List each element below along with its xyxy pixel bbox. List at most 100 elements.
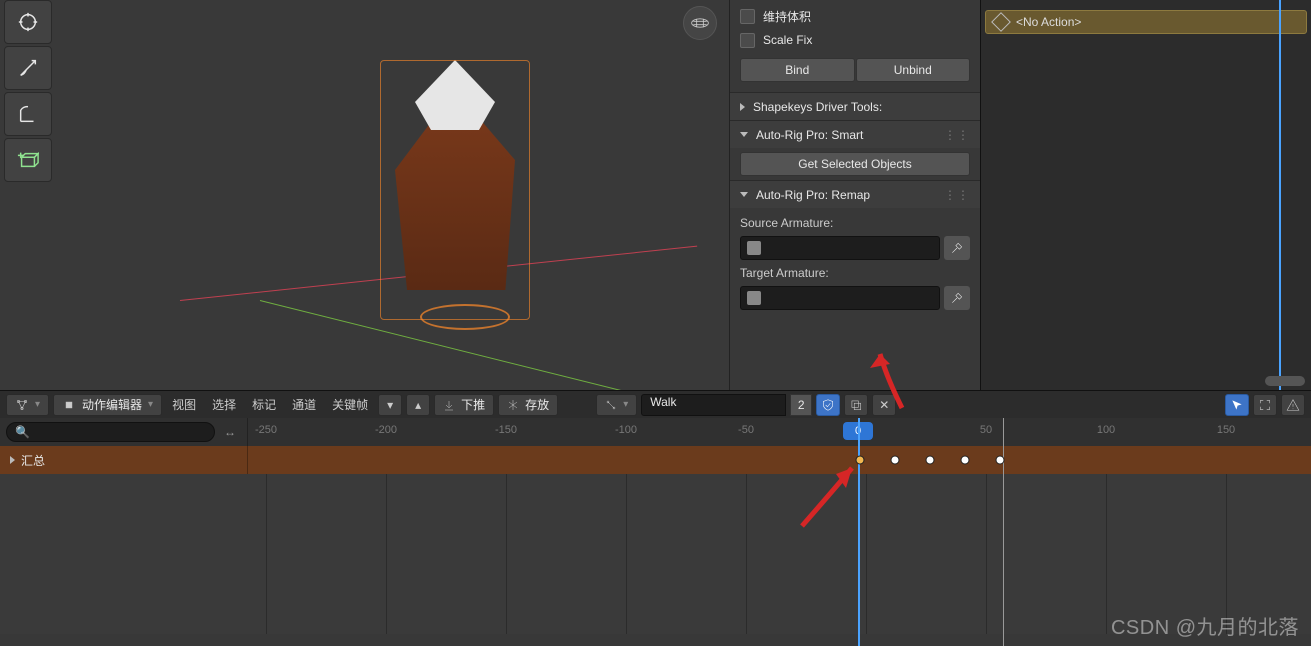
object-icon [747,291,761,305]
arp-remap-header[interactable]: Auto-Rig Pro: Remap ⋮⋮ [730,180,980,208]
resize-handle-icon[interactable]: ↔ [219,421,241,443]
chevron-down-icon: ▾ [148,399,153,410]
action-icon [62,398,76,412]
unlink-action-button[interactable]: ✕ [872,394,896,416]
smart-label: Auto-Rig Pro: Smart [756,128,863,142]
push-down-button[interactable]: 下推 [434,394,494,416]
source-armature-field[interactable] [740,236,940,260]
side-panel: 维持体积 Scale Fix Bind Unbind Shapekeys Dri… [729,0,980,390]
unbind-button[interactable]: Unbind [856,58,971,82]
action-browse[interactable]: ▾ [596,394,637,416]
summary-row[interactable]: 汇总 [0,446,1311,474]
grid-line [626,474,627,634]
keyframe-diamond[interactable] [926,456,935,465]
target-armature-label: Target Armature: [740,266,970,280]
cursor-tool-toggle[interactable] [1225,394,1249,416]
shapekeys-label: Shapekeys Driver Tools: [753,100,882,114]
timeline-ruler[interactable]: 🔍 ↔ -250-200-150-100-500501001500 [0,418,1311,446]
character-mesh[interactable] [380,60,530,320]
maintain-volume-label: 维持体积 [763,8,811,25]
keyframe-icon [605,399,617,411]
search-icon: 🔍 [15,425,30,439]
selection-outline [380,60,530,320]
source-eyedropper[interactable] [944,236,970,260]
menu-view[interactable]: 视图 [166,396,202,413]
layer-up-button[interactable]: ▴ [406,394,430,416]
fake-user-toggle[interactable] [816,394,840,416]
disclosure-icon[interactable] [10,456,15,464]
menu-key[interactable]: 关键帧 [326,396,374,413]
tool-column [4,0,56,182]
scale-fix-label: Scale Fix [763,33,812,47]
dopesheet-icon [15,398,29,412]
target-armature-field[interactable] [740,286,940,310]
end-frame-line[interactable] [1003,418,1004,646]
source-armature-label: Source Armature: [740,216,970,230]
dopesheet-area[interactable] [0,474,1311,634]
grid-gizmo-icon[interactable] [683,6,717,40]
frame-icon [1258,398,1272,412]
get-selected-objects-button[interactable]: Get Selected Objects [740,152,970,176]
arp-smart-header[interactable]: Auto-Rig Pro: Smart ⋮⋮ [730,120,980,148]
action-name-value: Walk [650,395,676,409]
grid-line [746,474,747,634]
viewport-3d[interactable] [0,0,729,390]
frame-tick: 50 [980,424,992,436]
action-users-button[interactable]: 2 [790,394,812,416]
chevron-down-icon: ▾ [623,399,628,410]
action-editor-header: ▾ 动作编辑器 ▾ 视图 选择 标记 通道 关键帧 ▾ ▴ 下推 存放 ▾ Wa… [0,390,1311,418]
action-name-field[interactable]: Walk [641,394,786,416]
keyframe-diamond[interactable] [891,456,900,465]
channel-search-input[interactable]: 🔍 [6,422,215,442]
nla-playhead[interactable] [1279,0,1281,394]
new-action-button[interactable] [844,394,868,416]
grid-line [986,474,987,634]
remap-label: Auto-Rig Pro: Remap [756,188,870,202]
cursor-tool[interactable] [4,0,52,44]
editor-type-select[interactable]: ▾ [6,394,49,416]
measure-tool[interactable] [4,92,52,136]
stash-label: 存放 [525,396,549,413]
warning-indicator[interactable] [1281,394,1305,416]
keyframe-diamond[interactable] [856,456,865,465]
keyframe-diamond[interactable] [996,456,1005,465]
grid-line [386,474,387,634]
action-icon [991,12,1011,32]
drag-handle-icon[interactable]: ⋮⋮ [944,188,970,202]
menu-marker[interactable]: 标记 [246,396,282,413]
nla-editor[interactable]: <No Action> [980,0,1311,390]
stash-button[interactable]: 存放 [498,394,558,416]
frame-tick: -100 [615,424,637,436]
chevron-up-icon: ▴ [415,398,421,412]
nla-scrollbar[interactable] [1265,376,1305,386]
funnel-icon: ▾ [387,398,393,412]
grid-line [866,474,867,634]
root-bone-ring[interactable] [420,304,510,330]
playhead-line[interactable] [858,418,860,646]
add-primitive-tool[interactable] [4,138,52,182]
nla-no-action-strip[interactable]: <No Action> [985,10,1307,34]
keyframe-diamond[interactable] [961,456,970,465]
target-eyedropper[interactable] [944,286,970,310]
filter-toggle[interactable]: ▾ [378,394,402,416]
push-down-icon [443,399,455,411]
shapekeys-tools-header[interactable]: Shapekeys Driver Tools: [730,92,980,120]
frame-tick: 150 [1217,424,1235,436]
frame-ticks[interactable]: -250-200-150-100-500501001500 [248,418,1311,446]
drag-handle-icon[interactable]: ⋮⋮ [944,128,970,142]
mode-label: 动作编辑器 [82,396,142,413]
menu-select[interactable]: 选择 [206,396,242,413]
mode-select[interactable]: 动作编辑器 ▾ [53,394,162,416]
duplicate-icon [849,398,863,412]
snowflake-icon [507,399,519,411]
warning-icon [1286,398,1300,412]
bind-button[interactable]: Bind [740,58,855,82]
chevron-down-icon: ▾ [35,399,40,410]
annotate-tool[interactable] [4,46,52,90]
frame-all-button[interactable] [1253,394,1277,416]
menu-channel[interactable]: 通道 [286,396,322,413]
grid-line [266,474,267,634]
scale-fix-checkbox[interactable]: Scale Fix [740,28,970,52]
grid-line [506,474,507,634]
maintain-volume-checkbox[interactable]: 维持体积 [740,4,970,28]
